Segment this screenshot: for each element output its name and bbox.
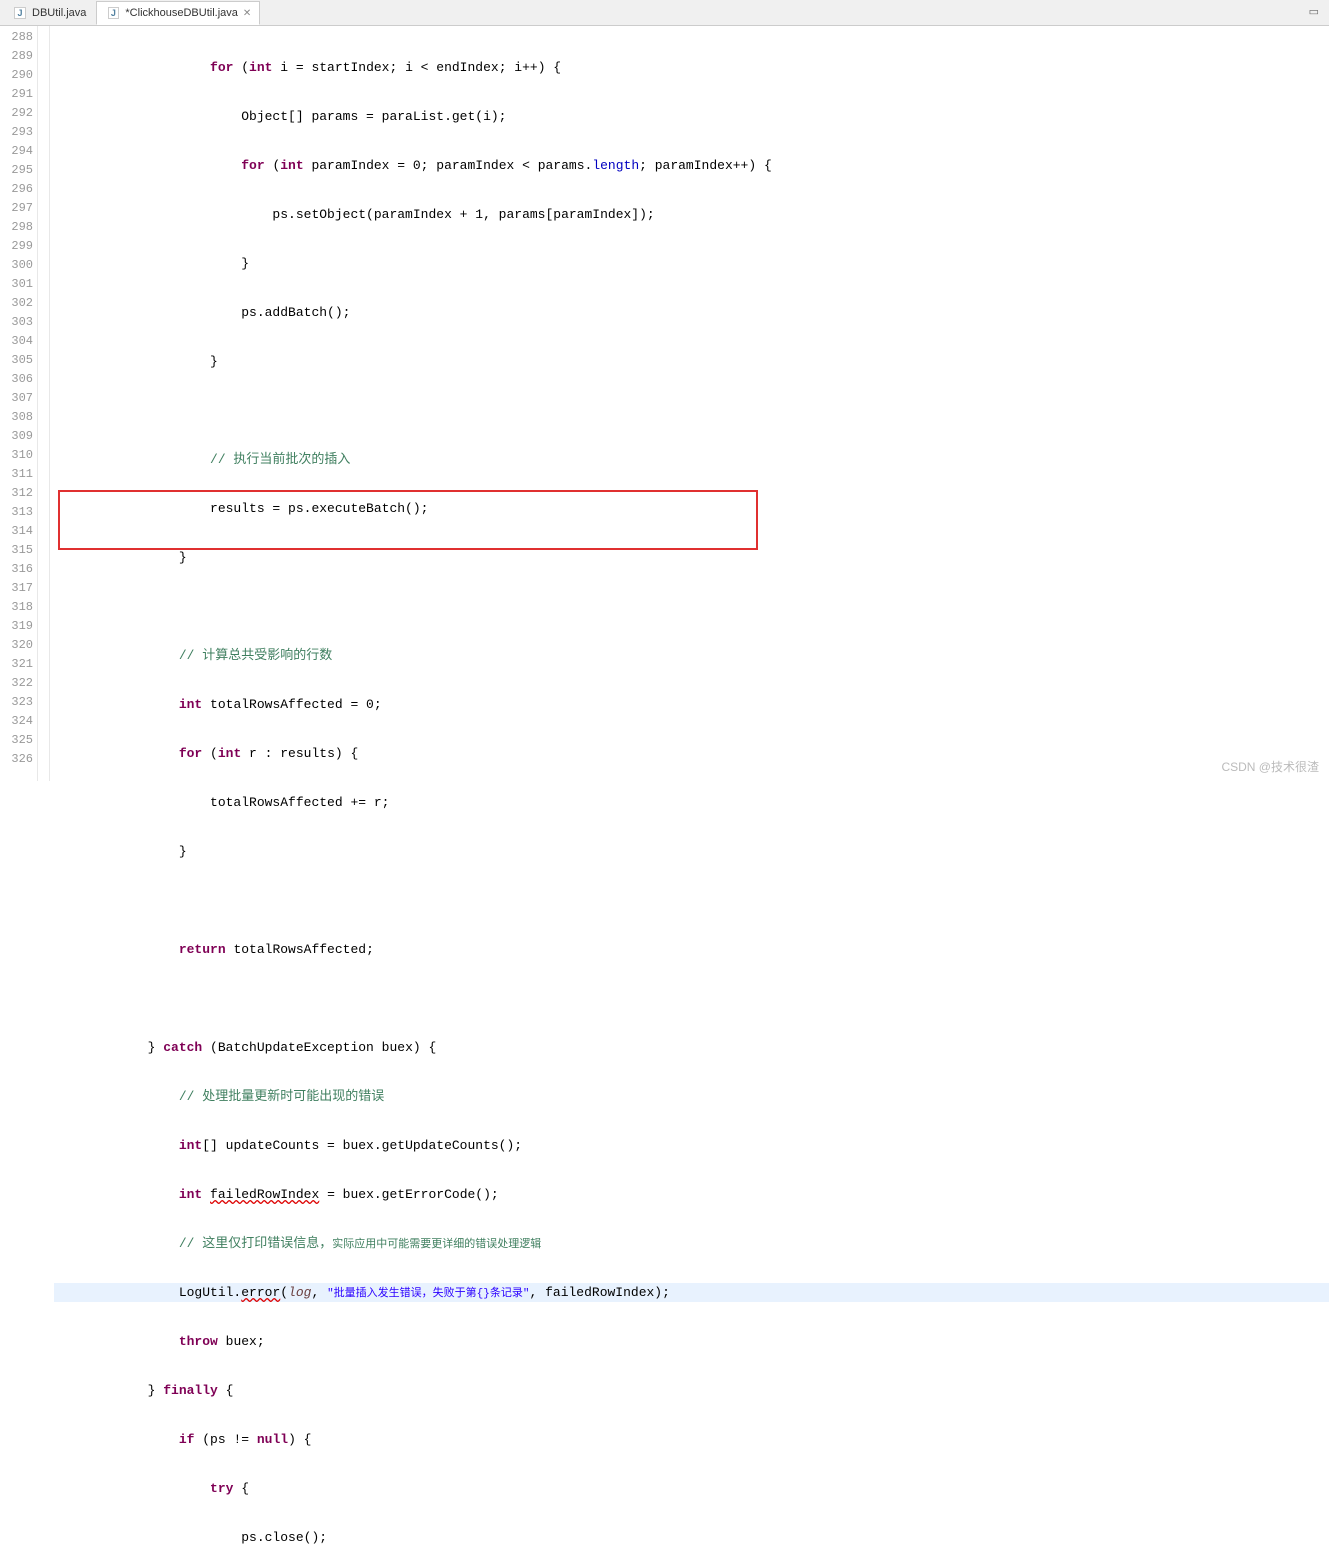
code-line: // 计算总共受影响的行数 xyxy=(54,646,1329,665)
code-line: results = ps.executeBatch(); xyxy=(54,499,1329,518)
code-line: int totalRowsAffected = 0; xyxy=(54,695,1329,714)
line-number: 292 xyxy=(0,104,33,123)
line-number: 326 xyxy=(0,750,33,769)
line-number: 315 xyxy=(0,541,33,560)
line-number: 318 xyxy=(0,598,33,617)
line-number: 293 xyxy=(0,123,33,142)
code-line: int failedRowIndex = buex.getErrorCode()… xyxy=(54,1185,1329,1204)
line-number: 314 xyxy=(0,522,33,541)
java-file-icon xyxy=(12,5,28,21)
line-number: 294 xyxy=(0,142,33,161)
line-number: 321 xyxy=(0,655,33,674)
line-number-gutter: 2882892902912922932942952962972982993003… xyxy=(0,26,38,781)
code-line: throw buex; xyxy=(54,1332,1329,1351)
code-line: for (int paramIndex = 0; paramIndex < pa… xyxy=(54,156,1329,175)
code-line xyxy=(54,891,1329,910)
code-line: // 执行当前批次的插入 xyxy=(54,450,1329,469)
line-number: 303 xyxy=(0,313,33,332)
line-number: 299 xyxy=(0,237,33,256)
tab-label: DBUtil.java xyxy=(32,7,86,19)
line-number: 302 xyxy=(0,294,33,313)
code-editor[interactable]: 2882892902912922932942952962972982993003… xyxy=(0,26,1329,781)
line-number: 298 xyxy=(0,218,33,237)
editor-tabs: DBUtil.java *ClickhouseDBUtil.java ✕ ▭ xyxy=(0,0,1329,26)
code-line: Object[] params = paraList.get(i); xyxy=(54,107,1329,126)
line-number: 316 xyxy=(0,560,33,579)
line-number: 307 xyxy=(0,389,33,408)
line-number: 297 xyxy=(0,199,33,218)
line-number: 313 xyxy=(0,503,33,522)
code-line: totalRowsAffected += r; xyxy=(54,793,1329,812)
code-line: ps.addBatch(); xyxy=(54,303,1329,322)
line-number: 289 xyxy=(0,47,33,66)
code-line xyxy=(54,597,1329,616)
line-number: 312 xyxy=(0,484,33,503)
minimize-icon[interactable]: ▭ xyxy=(1309,5,1319,19)
code-line: // 这里仅打印错误信息，实际应用中可能需要更详细的错误处理逻辑 xyxy=(54,1234,1329,1253)
code-line xyxy=(54,401,1329,420)
tab-clickhousedbutil[interactable]: *ClickhouseDBUtil.java ✕ xyxy=(96,1,260,25)
java-file-icon xyxy=(105,5,121,21)
code-line: } xyxy=(54,548,1329,567)
code-line: // 处理批量更新时可能出现的错误 xyxy=(54,1087,1329,1106)
line-number: 319 xyxy=(0,617,33,636)
tab-label: *ClickhouseDBUtil.java xyxy=(125,7,238,19)
line-number: 323 xyxy=(0,693,33,712)
line-number: 308 xyxy=(0,408,33,427)
code-line-highlighted: LogUtil.error(log, "批量插入发生错误，失败于第{}条记录",… xyxy=(54,1283,1329,1302)
line-number: 325 xyxy=(0,731,33,750)
line-number: 306 xyxy=(0,370,33,389)
code-line xyxy=(54,989,1329,1008)
line-number: 322 xyxy=(0,674,33,693)
line-number: 300 xyxy=(0,256,33,275)
line-number: 290 xyxy=(0,66,33,85)
code-line: } xyxy=(54,352,1329,371)
code-line: ps.close(); xyxy=(54,1528,1329,1547)
line-number: 317 xyxy=(0,579,33,598)
line-number: 324 xyxy=(0,712,33,731)
code-line: int[] updateCounts = buex.getUpdateCount… xyxy=(54,1136,1329,1155)
line-number: 320 xyxy=(0,636,33,655)
code-line: ps.setObject(paramIndex + 1, params[para… xyxy=(54,205,1329,224)
watermark: CSDN @技术很渣 xyxy=(1221,758,1319,775)
line-number: 301 xyxy=(0,275,33,294)
code-line: } catch (BatchUpdateException buex) { xyxy=(54,1038,1329,1057)
line-number: 288 xyxy=(0,28,33,47)
code-line: return totalRowsAffected; xyxy=(54,940,1329,959)
line-number: 296 xyxy=(0,180,33,199)
code-line: for (int r : results) { xyxy=(54,744,1329,763)
tab-dbutil[interactable]: DBUtil.java xyxy=(4,2,94,24)
code-line: } xyxy=(54,842,1329,861)
code-line: for (int i = startIndex; i < endIndex; i… xyxy=(54,58,1329,77)
code-area[interactable]: for (int i = startIndex; i < endIndex; i… xyxy=(50,26,1329,781)
code-line: } xyxy=(54,254,1329,273)
code-line: try { xyxy=(54,1479,1329,1498)
line-number: 309 xyxy=(0,427,33,446)
code-line: } finally { xyxy=(54,1381,1329,1400)
line-number: 305 xyxy=(0,351,33,370)
line-number: 304 xyxy=(0,332,33,351)
close-icon[interactable]: ✕ xyxy=(243,8,251,19)
code-line: if (ps != null) { xyxy=(54,1430,1329,1449)
line-number: 310 xyxy=(0,446,33,465)
folding-gutter xyxy=(38,26,50,781)
line-number: 295 xyxy=(0,161,33,180)
line-number: 291 xyxy=(0,85,33,104)
line-number: 311 xyxy=(0,465,33,484)
